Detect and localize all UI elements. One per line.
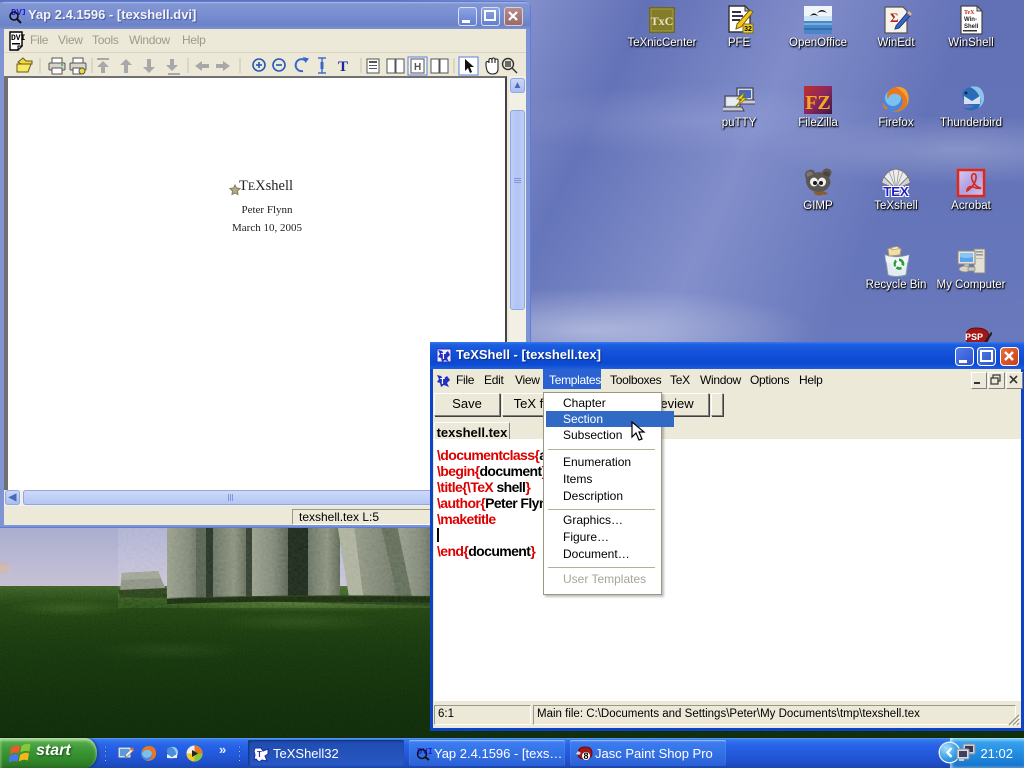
svg-text:PSP: PSP bbox=[965, 332, 983, 342]
svg-text:T: T bbox=[441, 352, 446, 361]
svg-text:TeX: TeX bbox=[964, 10, 975, 16]
svg-text:H: H bbox=[414, 62, 421, 73]
svg-text:TxC: TxC bbox=[651, 14, 674, 28]
svg-text:Shell: Shell bbox=[964, 24, 979, 30]
svg-text:Win-: Win- bbox=[964, 17, 977, 23]
svg-text:DVI: DVI bbox=[417, 747, 432, 757]
svg-text:DVI: DVI bbox=[11, 34, 26, 43]
svg-text:T: T bbox=[338, 59, 348, 75]
svg-text:Σ: Σ bbox=[890, 10, 899, 25]
svg-text:TEX: TEX bbox=[883, 184, 909, 199]
svg-text:T: T bbox=[257, 750, 262, 759]
svg-text:8: 8 bbox=[583, 751, 588, 761]
svg-text:32: 32 bbox=[744, 26, 752, 33]
svg-text:FZ: FZ bbox=[805, 92, 831, 114]
